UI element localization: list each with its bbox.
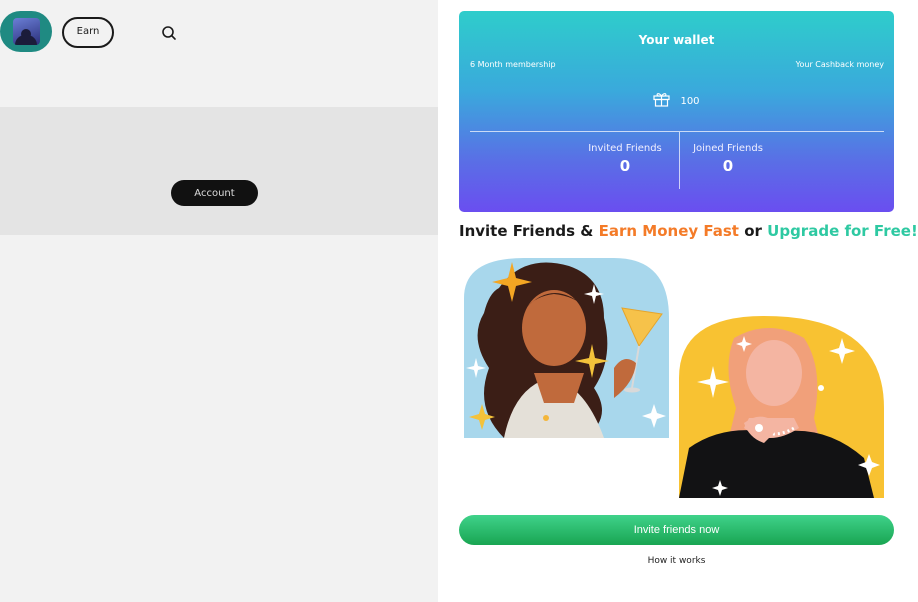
heading-part-1: Invite Friends & [459,222,594,240]
joined-friends-stat: Joined Friends 0 [668,143,788,175]
gift-value: 100 [680,95,700,107]
invited-friends-stat: Invited Friends 0 [565,143,685,175]
earn-button[interactable]: Earn [62,17,114,48]
wallet-title: Your wallet [638,33,715,47]
membership-label: 6 Month membership [470,60,556,69]
search-icon[interactable] [160,24,178,42]
invited-friends-count: 0 [619,157,631,175]
joined-friends-count: 0 [722,157,734,175]
heading-part-3: or [744,222,762,240]
gift-row: 100 [459,92,894,110]
account-button[interactable]: Account [171,180,258,206]
heading-part-2: Earn Money Fast [598,222,739,240]
invite-friends-button[interactable]: Invite friends now [459,515,894,545]
user-avatar-icon [12,18,40,45]
joined-friends-label: Joined Friends [693,143,763,154]
cashback-label: Your Cashback money [795,60,884,69]
celebration-illustration [464,258,889,500]
gift-icon [653,92,671,110]
wallet-card: Your wallet 6 Month membership Your Cash… [459,11,894,212]
how-it-works-link[interactable]: How it works [459,556,894,566]
heading-part-4: Upgrade for Free! [767,222,918,240]
invite-panel: Your wallet 6 Month membership Your Cash… [438,0,918,602]
wallet-divider [470,131,884,132]
invite-heading: Invite Friends & Earn Money Fast or Upgr… [459,222,918,240]
user-avatar-button[interactable] [0,11,52,52]
invited-friends-label: Invited Friends [588,143,662,154]
